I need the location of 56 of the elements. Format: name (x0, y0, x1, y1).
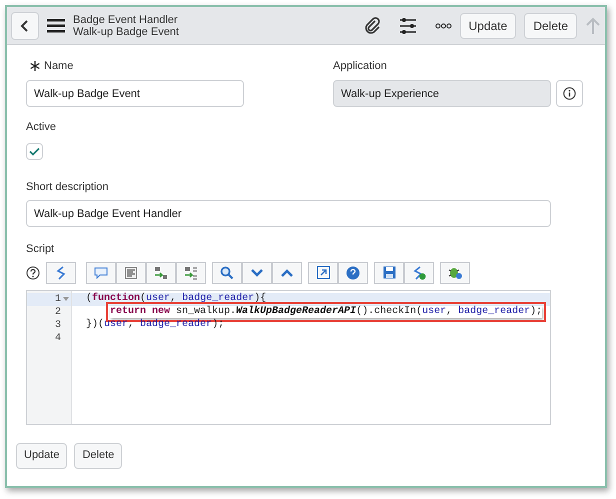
chevron-left-icon (20, 18, 30, 32)
replace-all-button[interactable] (176, 262, 206, 284)
replace-icon (154, 266, 168, 280)
speech-bubble-icon (94, 266, 108, 278)
record-title: Walk-up Badge Event (73, 26, 179, 38)
more-icon[interactable] (434, 22, 452, 28)
line-number: 3 (54, 318, 61, 332)
help-button[interactable] (338, 262, 368, 284)
header-button[interactable]: Delete (524, 12, 577, 38)
header-button[interactable]: Update (460, 12, 516, 38)
line-number: 4 (54, 332, 61, 346)
code-line: (function(user, badge_reader){ (86, 293, 266, 305)
line-number: 1 (54, 292, 61, 306)
info-button[interactable] (556, 80, 583, 107)
previous-button[interactable] (272, 262, 302, 284)
next-button[interactable] (242, 262, 272, 284)
format-button[interactable] (46, 262, 76, 284)
help-icon (346, 266, 360, 280)
name-field[interactable]: Walk-up Badge Event (26, 80, 244, 107)
bug-icon (448, 266, 462, 280)
expand-icon (316, 266, 330, 279)
text-lines-icon (125, 266, 137, 278)
chevron-down-icon (251, 268, 263, 276)
active-checkbox[interactable] (26, 142, 43, 160)
comment-button[interactable] (86, 262, 116, 284)
syntax-check-icon (412, 266, 426, 280)
paperclip-icon[interactable] (362, 16, 381, 34)
short-description-field[interactable]: Walk-up Badge Event Handler (26, 200, 551, 227)
code-line: })(user, badge_reader); (86, 319, 224, 331)
align-button[interactable] (116, 262, 146, 284)
debug-button[interactable] (440, 262, 470, 284)
replace-button[interactable] (146, 262, 176, 284)
record-type-title: Badge Event Handler (73, 14, 179, 26)
chevron-up-icon (281, 268, 293, 276)
code-editor[interactable]: 1 2 3 4 (function(user, badge_reader){ return new sn_walkup.WalkUpBadgeReaderAPI().checkIn(user, badge_reader); })(user, badge_reader); (26, 290, 551, 424)
back-button[interactable] (11, 12, 39, 40)
replace-all-icon (184, 266, 198, 280)
footer-button[interactable]: Delete (74, 442, 122, 468)
field-label: Short description (26, 180, 110, 194)
line-number: 2 (54, 306, 61, 320)
check-syntax-button[interactable] (404, 262, 434, 284)
search-button[interactable] (212, 262, 242, 284)
field-label: Script (26, 242, 56, 257)
menu-icon[interactable] (47, 18, 65, 32)
checkmark-icon (29, 146, 40, 156)
search-icon (220, 266, 234, 280)
field-label: Active (26, 120, 57, 135)
field-label: Application (333, 58, 387, 74)
sliders-icon[interactable] (398, 16, 417, 34)
info-icon (563, 87, 576, 100)
help-icon[interactable] (26, 266, 40, 280)
fullscreen-button[interactable] (308, 262, 338, 284)
save-button[interactable] (374, 262, 404, 284)
footer-button[interactable]: Update (16, 442, 68, 468)
lightning-icon (55, 266, 67, 280)
field-label: Name (44, 58, 74, 74)
